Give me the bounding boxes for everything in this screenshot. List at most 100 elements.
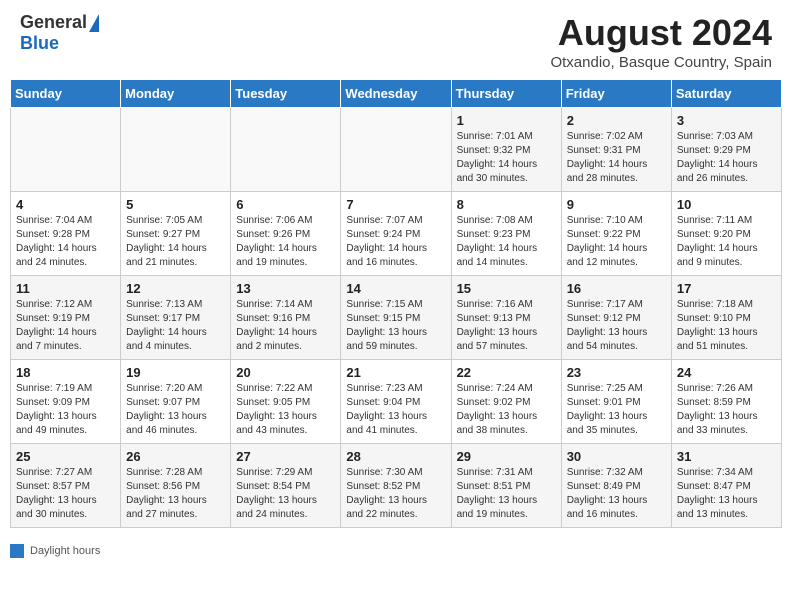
- calendar-cell: 16 Sunrise: 7:17 AM Sunset: 9:12 PM Dayli…: [561, 276, 671, 360]
- weekday-header-saturday: Saturday: [671, 80, 781, 108]
- calendar-cell: 31Sunrise: 7:34 AM Sunset: 8:47 PM Dayli…: [671, 444, 781, 528]
- day-number: 20: [236, 365, 335, 380]
- calendar-cell: 18 Sunrise: 7:19 AM Sunset: 9:09 PM Dayli…: [11, 360, 121, 444]
- location-subtitle: Otxandio, Basque Country, Spain: [550, 54, 772, 71]
- day-info: Sunrise: 7:26 AM Sunset: 8:59 PM Dayligh…: [677, 382, 776, 438]
- day-number: 23: [567, 365, 666, 380]
- calendar-cell: 3 Sunrise: 7:03 AM Sunset: 9:29 PM Daylig…: [671, 108, 781, 192]
- day-number: 12: [126, 281, 225, 296]
- logo-triangle-icon: [89, 14, 99, 32]
- logo-blue-text: Blue: [20, 33, 59, 54]
- calendar-cell: 5 Sunrise: 7:05 AM Sunset: 9:27 PM Daylig…: [121, 192, 231, 276]
- day-number: 21: [346, 365, 445, 380]
- calendar-cell: 29 Sunrise: 7:31 AM Sunset: 8:51 PM Dayli…: [451, 444, 561, 528]
- day-info: Sunrise: 7:02 AM Sunset: 9:31 PM Dayligh…: [567, 130, 666, 186]
- day-number: 10: [677, 197, 776, 212]
- day-number: 28: [346, 449, 445, 464]
- calendar-cell: [121, 108, 231, 192]
- day-number: 1: [457, 113, 556, 128]
- day-number: 29: [457, 449, 556, 464]
- day-info: Sunrise: 7:14 AM Sunset: 9:16 PM Dayligh…: [236, 298, 335, 354]
- day-info: Sunrise: 7:30 AM Sunset: 8:52 PM Dayligh…: [346, 466, 445, 522]
- day-info: Sunrise: 7:25 AM Sunset: 9:01 PM Dayligh…: [567, 382, 666, 438]
- calendar-cell: 27Sunrise: 7:29 AM Sunset: 8:54 PM Dayli…: [231, 444, 341, 528]
- calendar-cell: 21 Sunrise: 7:23 AM Sunset: 9:04 PM Dayli…: [341, 360, 451, 444]
- day-number: 4: [16, 197, 115, 212]
- day-info: Sunrise: 7:04 AM Sunset: 9:28 PM Dayligh…: [16, 214, 115, 270]
- calendar-cell: 15Sunrise: 7:16 AM Sunset: 9:13 PM Dayli…: [451, 276, 561, 360]
- day-number: 30: [567, 449, 666, 464]
- calendar-cell: 4 Sunrise: 7:04 AM Sunset: 9:28 PM Daylig…: [11, 192, 121, 276]
- day-info: Sunrise: 7:03 AM Sunset: 9:29 PM Dayligh…: [677, 130, 776, 186]
- day-info: Sunrise: 7:17 AM Sunset: 9:12 PM Dayligh…: [567, 298, 666, 354]
- day-info: Sunrise: 7:20 AM Sunset: 9:07 PM Dayligh…: [126, 382, 225, 438]
- day-info: Sunrise: 7:18 AM Sunset: 9:10 PM Dayligh…: [677, 298, 776, 354]
- day-info: Sunrise: 7:11 AM Sunset: 9:20 PM Dayligh…: [677, 214, 776, 270]
- calendar-week-row: 25Sunrise: 7:27 AM Sunset: 8:57 PM Dayli…: [11, 444, 782, 528]
- calendar-cell: 6 Sunrise: 7:06 AM Sunset: 9:26 PM Daylig…: [231, 192, 341, 276]
- day-number: 17: [677, 281, 776, 296]
- day-number: 8: [457, 197, 556, 212]
- day-info: Sunrise: 7:05 AM Sunset: 9:27 PM Dayligh…: [126, 214, 225, 270]
- day-number: 6: [236, 197, 335, 212]
- day-number: 31: [677, 449, 776, 464]
- calendar-header: SundayMondayTuesdayWednesdayThursdayFrid…: [11, 80, 782, 108]
- calendar-cell: 13Sunrise: 7:14 AM Sunset: 9:16 PM Dayli…: [231, 276, 341, 360]
- day-number: 16: [567, 281, 666, 296]
- calendar-container: SundayMondayTuesdayWednesdayThursdayFrid…: [0, 79, 792, 538]
- calendar-body: 1 Sunrise: 7:01 AM Sunset: 9:32 PM Daylig…: [11, 108, 782, 528]
- day-number: 14: [346, 281, 445, 296]
- calendar-cell: 10 Sunrise: 7:11 AM Sunset: 9:20 PM Dayli…: [671, 192, 781, 276]
- day-info: Sunrise: 7:31 AM Sunset: 8:51 PM Dayligh…: [457, 466, 556, 522]
- day-number: 2: [567, 113, 666, 128]
- weekday-header-thursday: Thursday: [451, 80, 561, 108]
- day-info: Sunrise: 7:19 AM Sunset: 9:09 PM Dayligh…: [16, 382, 115, 438]
- logo: General Blue: [20, 12, 99, 54]
- calendar-cell: 23 Sunrise: 7:25 AM Sunset: 9:01 PM Dayli…: [561, 360, 671, 444]
- day-number: 26: [126, 449, 225, 464]
- day-number: 18: [16, 365, 115, 380]
- day-number: 11: [16, 281, 115, 296]
- calendar-week-row: 18 Sunrise: 7:19 AM Sunset: 9:09 PM Dayli…: [11, 360, 782, 444]
- calendar-cell: 11Sunrise: 7:12 AM Sunset: 9:19 PM Dayli…: [11, 276, 121, 360]
- day-number: 5: [126, 197, 225, 212]
- page-header: General Blue August 2024 Otxandio, Basqu…: [0, 0, 792, 79]
- day-info: Sunrise: 7:29 AM Sunset: 8:54 PM Dayligh…: [236, 466, 335, 522]
- day-info: Sunrise: 7:23 AM Sunset: 9:04 PM Dayligh…: [346, 382, 445, 438]
- calendar-week-row: 1 Sunrise: 7:01 AM Sunset: 9:32 PM Daylig…: [11, 108, 782, 192]
- weekday-header-friday: Friday: [561, 80, 671, 108]
- calendar-cell: 8 Sunrise: 7:08 AM Sunset: 9:23 PM Daylig…: [451, 192, 561, 276]
- calendar-cell: 2 Sunrise: 7:02 AM Sunset: 9:31 PM Daylig…: [561, 108, 671, 192]
- month-title: August 2024: [550, 12, 772, 54]
- calendar-cell: 1 Sunrise: 7:01 AM Sunset: 9:32 PM Daylig…: [451, 108, 561, 192]
- day-info: Sunrise: 7:27 AM Sunset: 8:57 PM Dayligh…: [16, 466, 115, 522]
- day-number: 9: [567, 197, 666, 212]
- day-number: 22: [457, 365, 556, 380]
- calendar-cell: 24Sunrise: 7:26 AM Sunset: 8:59 PM Dayli…: [671, 360, 781, 444]
- logo-general-text: General: [20, 12, 87, 33]
- calendar-cell: 12Sunrise: 7:13 AM Sunset: 9:17 PM Dayli…: [121, 276, 231, 360]
- calendar-cell: 19 Sunrise: 7:20 AM Sunset: 9:07 PM Dayli…: [121, 360, 231, 444]
- legend-label: Daylight hours: [30, 545, 100, 557]
- day-info: Sunrise: 7:16 AM Sunset: 9:13 PM Dayligh…: [457, 298, 556, 354]
- calendar-cell: [341, 108, 451, 192]
- day-number: 19: [126, 365, 225, 380]
- day-info: Sunrise: 7:15 AM Sunset: 9:15 PM Dayligh…: [346, 298, 445, 354]
- day-info: Sunrise: 7:08 AM Sunset: 9:23 PM Dayligh…: [457, 214, 556, 270]
- day-number: 7: [346, 197, 445, 212]
- day-number: 3: [677, 113, 776, 128]
- day-info: Sunrise: 7:01 AM Sunset: 9:32 PM Dayligh…: [457, 130, 556, 186]
- day-info: Sunrise: 7:24 AM Sunset: 9:02 PM Dayligh…: [457, 382, 556, 438]
- calendar-cell: 28 Sunrise: 7:30 AM Sunset: 8:52 PM Dayli…: [341, 444, 451, 528]
- day-info: Sunrise: 7:06 AM Sunset: 9:26 PM Dayligh…: [236, 214, 335, 270]
- title-area: August 2024 Otxandio, Basque Country, Sp…: [550, 12, 772, 71]
- weekday-header-wednesday: Wednesday: [341, 80, 451, 108]
- calendar-cell: 7Sunrise: 7:07 AM Sunset: 9:24 PM Daylig…: [341, 192, 451, 276]
- legend: Daylight hours: [0, 538, 792, 564]
- weekday-row: SundayMondayTuesdayWednesdayThursdayFrid…: [11, 80, 782, 108]
- calendar-cell: 17 Sunrise: 7:18 AM Sunset: 9:10 PM Dayli…: [671, 276, 781, 360]
- weekday-header-monday: Monday: [121, 80, 231, 108]
- weekday-header-sunday: Sunday: [11, 80, 121, 108]
- calendar-cell: [231, 108, 341, 192]
- legend-box-icon: [10, 544, 24, 558]
